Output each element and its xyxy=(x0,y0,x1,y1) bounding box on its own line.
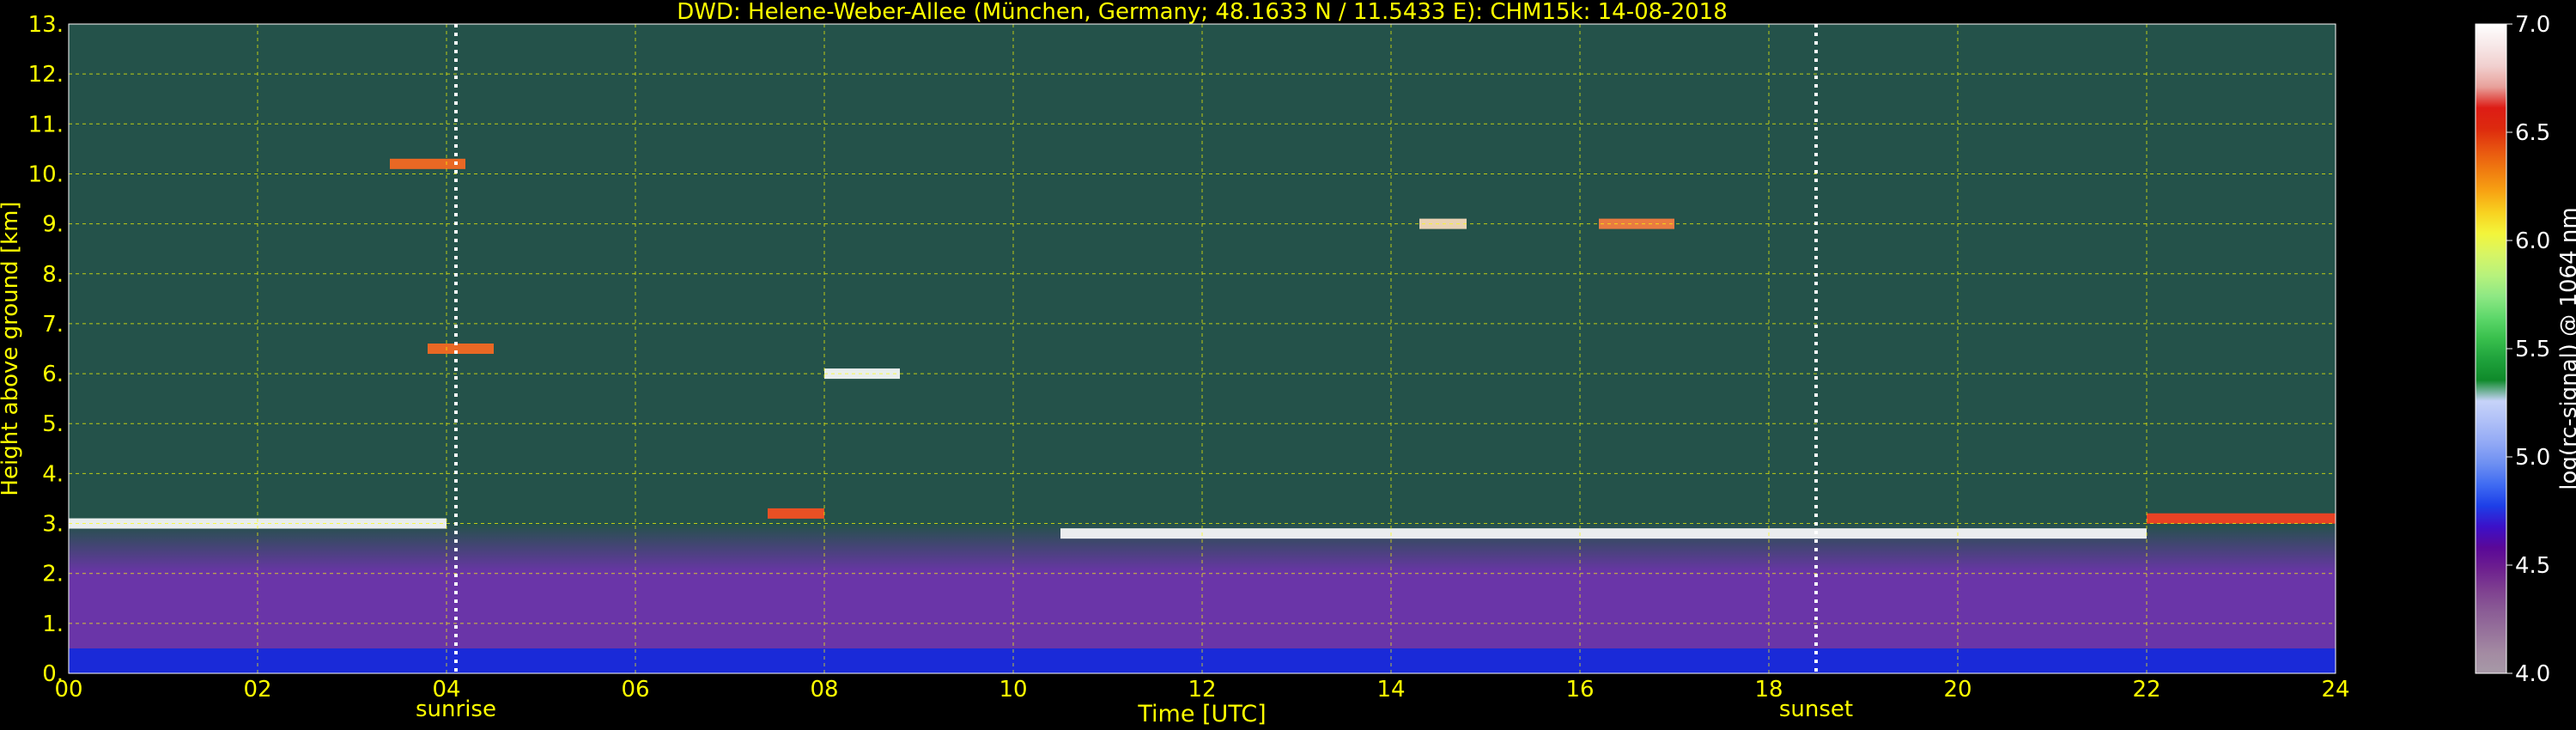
x-tick-label: 02 xyxy=(243,677,271,703)
x-tick-label: 10 xyxy=(999,677,1027,703)
x-tick-label: 22 xyxy=(2132,677,2160,703)
x-tick-label: 08 xyxy=(810,677,838,703)
feature-band xyxy=(428,344,494,354)
x-tick-label: 18 xyxy=(1754,677,1783,703)
feature-band xyxy=(768,508,824,519)
x-tick-label: 20 xyxy=(1943,677,1971,703)
colorbar-tick-label: 6.5 xyxy=(2515,120,2550,146)
feature-band xyxy=(2147,513,2336,524)
y-tick-label: 9. xyxy=(42,212,64,238)
y-tick-label: 12. xyxy=(28,62,64,88)
y-axis-ticks: 0.1.2.3.4.5.6.7.8.9.10.11.12.13. xyxy=(28,12,64,687)
y-tick-label: 11. xyxy=(28,112,64,137)
x-tick-label: 00 xyxy=(54,677,82,703)
colorbar-scale xyxy=(2475,23,2507,674)
chart-title: DWD: Helene-Weber-Allee (München, German… xyxy=(677,0,1728,25)
colorbar-tick-label: 5.0 xyxy=(2515,445,2550,471)
x-axis-label: Time [UTC] xyxy=(1137,701,1266,727)
feature-band xyxy=(390,158,465,169)
y-tick-label: 4. xyxy=(42,461,64,487)
y-tick-label: 13. xyxy=(28,12,64,38)
x-axis-ticks: 00 02 04 06 08 10 12 14 16 18 20 22 24 xyxy=(54,677,2349,703)
y-tick-label: 2. xyxy=(42,562,64,587)
x-tick-label: 06 xyxy=(621,677,649,703)
colorbar-tick-label: 6.0 xyxy=(2515,228,2550,254)
colorbar-tick-label: 7.0 xyxy=(2515,12,2550,38)
ceilometer-figure: DWD: Helene-Weber-Allee (München, German… xyxy=(0,0,2576,727)
sun-marker-label: sunset xyxy=(1779,697,1853,722)
y-tick-label: 1. xyxy=(42,611,64,637)
colorbar: 4.0 4.5 5.0 5.5 6.0 6.5 7.0 log(rc-signal) @ 1… xyxy=(2475,12,2576,687)
y-tick-label: 3. xyxy=(42,512,64,538)
x-tick-label: 14 xyxy=(1376,677,1405,703)
y-tick-label: 5. xyxy=(42,411,64,437)
x-tick-label: 24 xyxy=(2321,677,2349,703)
colorbar-ticks: 4.0 4.5 5.0 5.5 6.0 6.5 7.0 xyxy=(2506,12,2550,687)
y-tick-label: 7. xyxy=(42,312,64,338)
x-tick-label: 12 xyxy=(1188,677,1216,703)
y-tick-label: 8. xyxy=(42,262,64,288)
colorbar-tick-label: 4.5 xyxy=(2515,553,2550,579)
feature-band xyxy=(1722,528,2147,539)
y-tick-label: 10. xyxy=(28,161,64,187)
plot-area: sunrise sunset xyxy=(68,23,2336,722)
y-tick-label: 6. xyxy=(42,362,64,387)
x-tick-label: 04 xyxy=(432,677,460,703)
y-axis-label: Height above ground [km] xyxy=(0,201,23,496)
colorbar-tick-label: 5.5 xyxy=(2515,337,2550,362)
colorbar-label: log(rc-signal) @ 1064 nm xyxy=(2556,207,2576,490)
x-tick-label: 16 xyxy=(1565,677,1594,703)
colorbar-tick-label: 4.0 xyxy=(2515,661,2550,687)
